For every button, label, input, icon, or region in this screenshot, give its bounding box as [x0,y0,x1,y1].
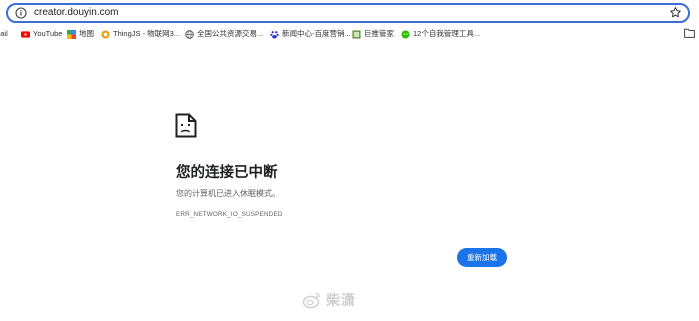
error-code: ERR_NETWORK_IO_SUSPENDED [176,211,283,218]
bookmark-label: mail [0,29,8,38]
bookmark-maps[interactable]: 地图 [67,28,94,40]
address-bar[interactable]: creator.douyin.com [6,3,690,23]
bookmark-label: YouTube [33,29,63,38]
bookmark-public-resources[interactable]: 全国公共资源交易... [185,28,263,40]
bookmark-label: 地图 [79,29,94,38]
reload-button[interactable]: 重新加载 [457,248,507,267]
bookmark-gmail[interactable]: mail [0,28,8,40]
bookmark-label: 巨推管家 [364,29,394,38]
bookmark-star-icon[interactable] [669,6,682,19]
url-text[interactable]: creator.douyin.com [34,6,119,20]
bookmark-thingjs[interactable]: ThingJS - 物联网3... [101,28,180,40]
watermark: 柴潇 [302,288,356,312]
site-info-icon[interactable] [15,7,27,19]
globe-icon [185,29,194,39]
wechat-icon [401,29,410,39]
site-icon [352,29,361,39]
bookmark-self-management[interactable]: 12个自我管理工具... [401,28,480,40]
folder-icon[interactable] [684,28,695,38]
youtube-icon [21,30,30,38]
bookmark-baidu-news[interactable]: 新闻中心-百度营销... [270,28,351,40]
bookmark-label: 全国公共资源交易... [197,29,264,38]
maps-icon [67,29,76,39]
bookmark-site[interactable]: 巨推管家 [352,28,394,40]
bookmark-label: ThingJS - 物联网3... [113,29,181,38]
bookmark-label: 12个自我管理工具... [413,29,481,38]
bookmark-label: 新闻中心-百度营销... [282,29,351,38]
bookmark-youtube[interactable]: YouTube [21,28,62,40]
thingjs-icon [101,29,110,39]
watermark-text: 柴潇 [326,293,356,309]
error-title: 您的连接已中断 [176,165,278,181]
error-description: 您的计算机已进入休眠模式。 [176,189,280,198]
bookmarks-bar: mail YouTube 地图 ThingJS - 物联网3... 全国公共资源… [0,26,699,42]
baidu-icon [270,30,279,39]
weibo-logo-icon [302,292,321,309]
sad-document-icon [175,113,197,138]
